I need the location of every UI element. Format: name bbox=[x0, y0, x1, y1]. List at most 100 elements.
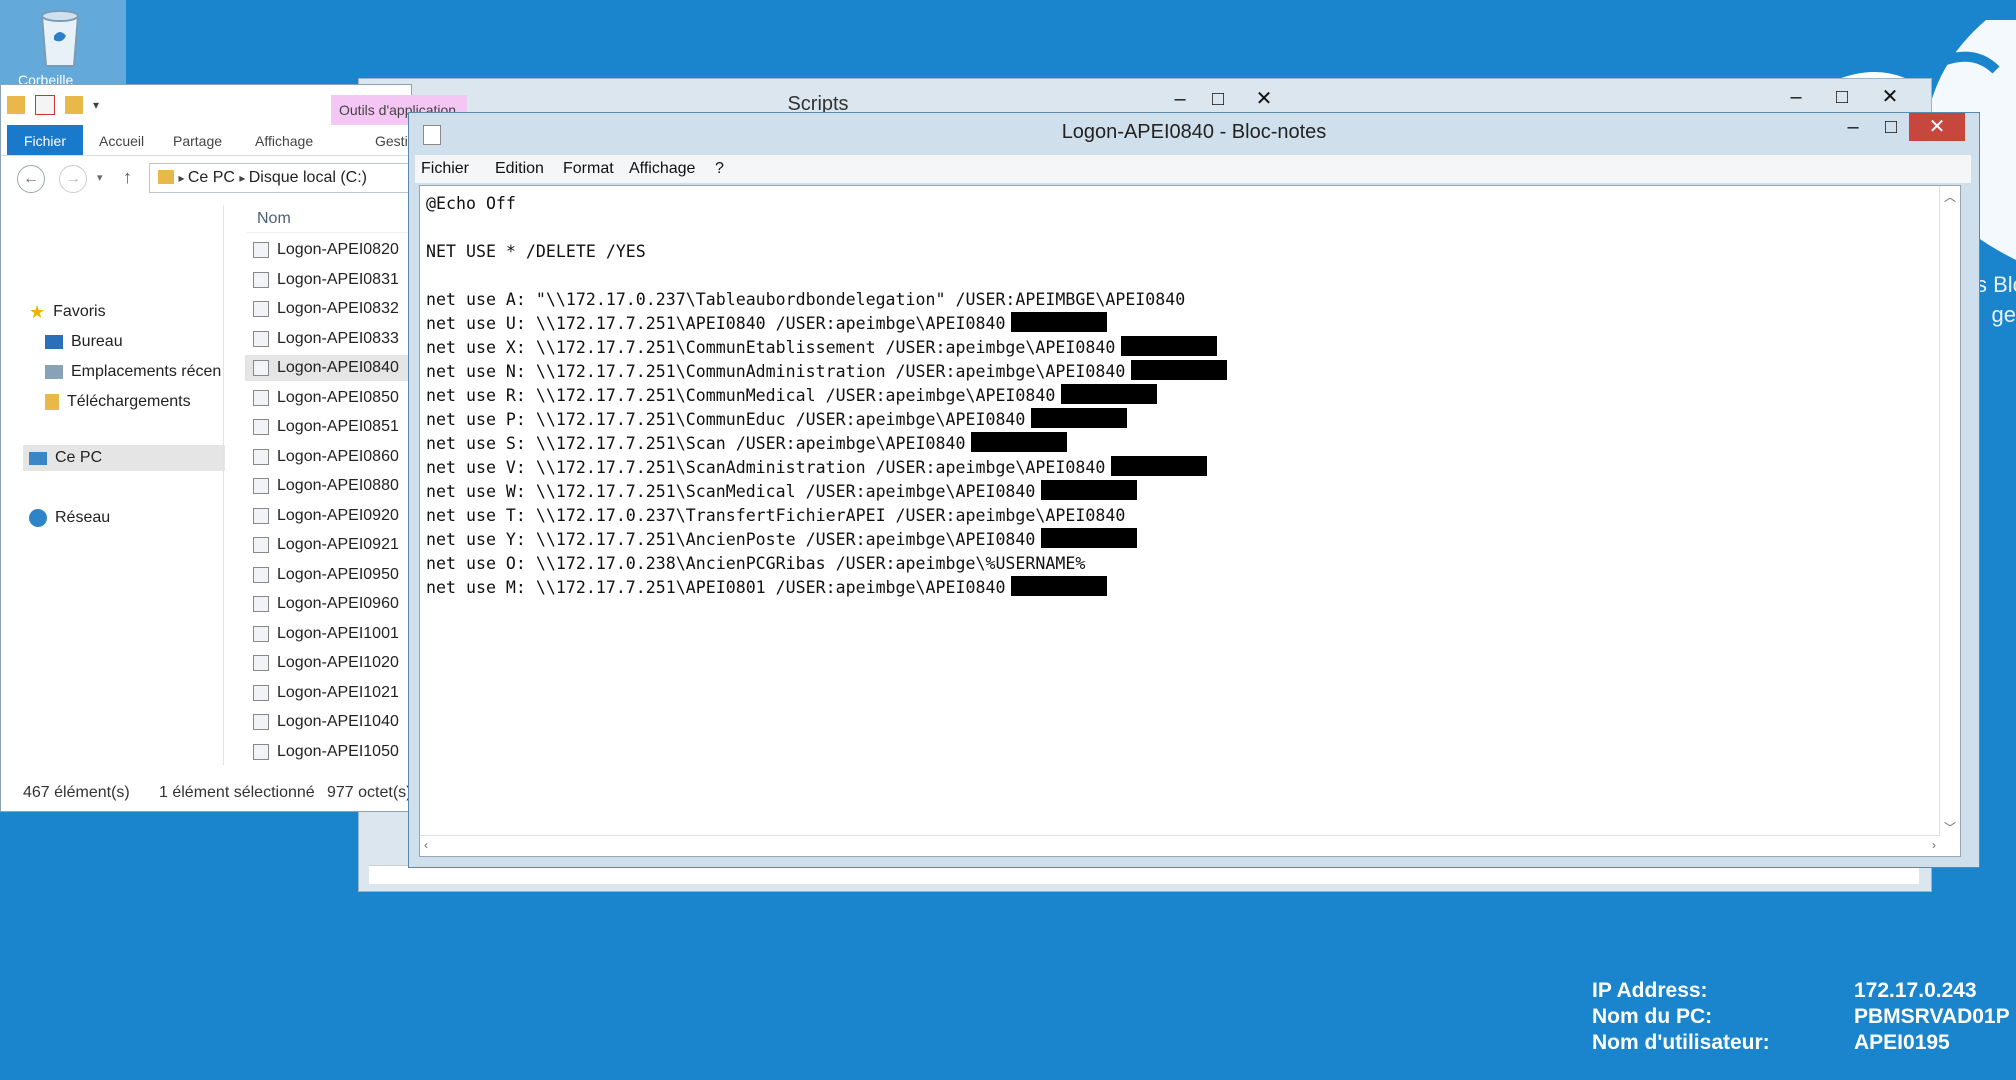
tab-gestion[interactable]: Gesti bbox=[375, 125, 408, 155]
text-line: NET USE * /DELETE /YES bbox=[426, 240, 1227, 264]
minimize-button[interactable]: – bbox=[1777, 83, 1815, 111]
file-row[interactable]: Logon-APEI0921 bbox=[245, 532, 413, 558]
nav-ce-pc[interactable]: Ce PC bbox=[23, 445, 225, 471]
downloads-icon bbox=[45, 394, 59, 410]
file-name: Logon-APEI1020 bbox=[277, 654, 399, 671]
chevron-down-icon[interactable]: ▾ bbox=[93, 98, 99, 112]
close-button[interactable]: ✕ bbox=[1245, 85, 1283, 113]
file-row[interactable]: Logon-APEI0860 bbox=[245, 444, 413, 470]
file-row[interactable]: Logon-APEI0920 bbox=[245, 503, 413, 529]
bginfo-value: PBMSRVAD01P bbox=[1854, 1005, 2010, 1028]
properties-icon[interactable] bbox=[35, 95, 55, 115]
file-row[interactable]: Logon-APEI0820 bbox=[245, 237, 413, 263]
menu-edition[interactable]: Edition bbox=[495, 155, 544, 183]
file-row[interactable]: Logon-APEI1040 bbox=[245, 709, 413, 735]
nav-telechargements[interactable]: Téléchargements bbox=[45, 389, 191, 415]
file-row[interactable]: Logon-APEI1020 bbox=[245, 650, 413, 676]
text-line: net use U: \\172.17.7.251\APEI0840 /USER… bbox=[426, 312, 1227, 336]
script-file-icon bbox=[253, 625, 269, 642]
file-name: Logon-APEI0833 bbox=[277, 329, 399, 347]
minimize-button[interactable]: – bbox=[1161, 85, 1199, 113]
folder-icon[interactable] bbox=[7, 96, 25, 114]
nav-reseau[interactable]: Réseau bbox=[29, 505, 110, 531]
close-button[interactable]: ✕ bbox=[1871, 83, 1909, 111]
desktop-icon bbox=[45, 335, 63, 349]
horizontal-scrollbar[interactable]: ‹ › bbox=[420, 835, 1940, 856]
scroll-right-icon[interactable]: › bbox=[1932, 838, 1936, 852]
text-editor[interactable]: @Echo Off NET USE * /DELETE /YES net use A… bbox=[419, 185, 1961, 857]
line-text: net use A: "\\172.17.0.237\Tableaubordbo… bbox=[426, 290, 1186, 309]
file-row[interactable]: Logon-APEI0851 bbox=[245, 414, 413, 440]
redaction-block bbox=[1041, 480, 1138, 500]
menu-affichage[interactable]: Affichage bbox=[629, 155, 695, 183]
notepad-window[interactable]: Logon-APEI0840 - Bloc-notes – □ ✕ Fichie… bbox=[408, 112, 1980, 868]
menu-fichier[interactable]: Fichier bbox=[421, 155, 469, 183]
nav-emplacements-recents[interactable]: Emplacements récen bbox=[45, 359, 221, 385]
vertical-scrollbar[interactable]: ︿ ﹀ bbox=[1939, 186, 1960, 838]
file-name: Logon-APEI1021 bbox=[277, 683, 399, 701]
tab-fichier[interactable]: Fichier bbox=[7, 125, 83, 155]
nav-label: Emplacements récen bbox=[71, 363, 222, 380]
menu-help[interactable]: ? bbox=[715, 155, 724, 183]
nav-label: Réseau bbox=[55, 509, 111, 526]
file-row[interactable]: Logon-APEI0880 bbox=[245, 473, 413, 499]
tab-affichage[interactable]: Affichage bbox=[255, 125, 313, 155]
file-row[interactable]: Logon-APEI0832 bbox=[245, 296, 413, 322]
file-row[interactable]: Logon-APEI0850 bbox=[245, 385, 413, 411]
chevron-down-icon[interactable]: ▾ bbox=[97, 171, 103, 184]
column-header-nom[interactable]: Nom bbox=[247, 205, 413, 233]
file-row[interactable]: Logon-APEI1050 bbox=[245, 739, 413, 765]
maximize-button[interactable]: □ bbox=[1823, 83, 1861, 111]
script-file-icon bbox=[253, 507, 269, 524]
script-file-icon bbox=[253, 271, 269, 288]
file-row[interactable]: Logon-APEI0950 bbox=[245, 562, 413, 588]
minimize-button[interactable]: – bbox=[1835, 113, 1871, 141]
breadcrumb-item[interactable]: Ce PC bbox=[188, 169, 235, 186]
file-explorer-window[interactable]: ▾ Outils d'application Fichier Accueil P… bbox=[0, 84, 467, 812]
file-row[interactable]: Logon-APEI0840 bbox=[245, 355, 413, 381]
script-file-icon bbox=[253, 360, 269, 376]
file-name: Logon-APEI1050 bbox=[277, 742, 399, 760]
nav-label: Bureau bbox=[71, 333, 123, 350]
maximize-button[interactable]: □ bbox=[1873, 113, 1909, 141]
line-text: net use S: \\172.17.7.251\Scan /USER:ape… bbox=[426, 434, 966, 453]
script-file-icon bbox=[253, 684, 269, 701]
up-arrow-icon[interactable]: ↑ bbox=[123, 167, 132, 188]
bginfo-row: Nom d'utilisateur: APEI0195 bbox=[1592, 1030, 2010, 1056]
text-line bbox=[426, 216, 1227, 240]
file-name: Logon-APEI0831 bbox=[277, 270, 399, 288]
new-folder-icon[interactable] bbox=[65, 96, 83, 114]
recycle-bin-icon[interactable]: Corbeille bbox=[0, 0, 126, 88]
navigation-pane: ★ Favoris Bureau Emplacements récen Télé… bbox=[1, 205, 225, 765]
close-button[interactable]: ✕ bbox=[1909, 113, 1965, 141]
file-row[interactable]: Logon-APEI1001 bbox=[245, 621, 413, 647]
script-file-icon bbox=[253, 478, 269, 494]
file-row[interactable]: Logon-APEI0960 bbox=[245, 591, 413, 617]
menu-format[interactable]: Format bbox=[563, 155, 614, 183]
tab-partage[interactable]: Partage bbox=[173, 125, 222, 155]
back-arrow-icon[interactable]: ← bbox=[17, 165, 45, 193]
line-text: net use X: \\172.17.7.251\CommunEtabliss… bbox=[426, 338, 1116, 357]
selection-size: 977 octet(s) bbox=[327, 784, 412, 801]
maximize-button[interactable]: □ bbox=[1199, 85, 1237, 113]
editor-content[interactable]: @Echo Off NET USE * /DELETE /YES net use A… bbox=[426, 192, 1228, 600]
scroll-left-icon[interactable]: ‹ bbox=[424, 838, 428, 852]
text-line: @Echo Off bbox=[426, 192, 1227, 216]
file-row[interactable]: Logon-APEI0831 bbox=[245, 267, 413, 293]
scroll-up-icon[interactable]: ︿ bbox=[1944, 188, 1956, 205]
text-line: net use Y: \\172.17.7.251\AncienPoste /U… bbox=[426, 528, 1227, 552]
redaction-block bbox=[1011, 576, 1108, 596]
file-row[interactable]: Logon-APEI1021 bbox=[245, 680, 413, 706]
file-row[interactable]: Logon-APEI0833 bbox=[245, 326, 413, 352]
nav-favoris[interactable]: ★ Favoris bbox=[29, 299, 106, 325]
tab-accueil[interactable]: Accueil bbox=[99, 125, 144, 155]
nav-bureau[interactable]: Bureau bbox=[45, 329, 123, 355]
pane-divider[interactable] bbox=[223, 205, 224, 765]
line-text: net use R: \\172.17.7.251\CommunMedical … bbox=[426, 386, 1056, 405]
address-bar[interactable]: ▸ Ce PC ▸ Disque local (C:) bbox=[149, 163, 429, 193]
forward-arrow-icon[interactable]: → bbox=[59, 165, 87, 193]
text-line bbox=[426, 264, 1227, 288]
scroll-down-icon[interactable]: ﹀ bbox=[1944, 819, 1956, 836]
breadcrumb-item[interactable]: Disque local (C:) bbox=[249, 169, 367, 186]
nav-label: Favoris bbox=[53, 303, 106, 320]
